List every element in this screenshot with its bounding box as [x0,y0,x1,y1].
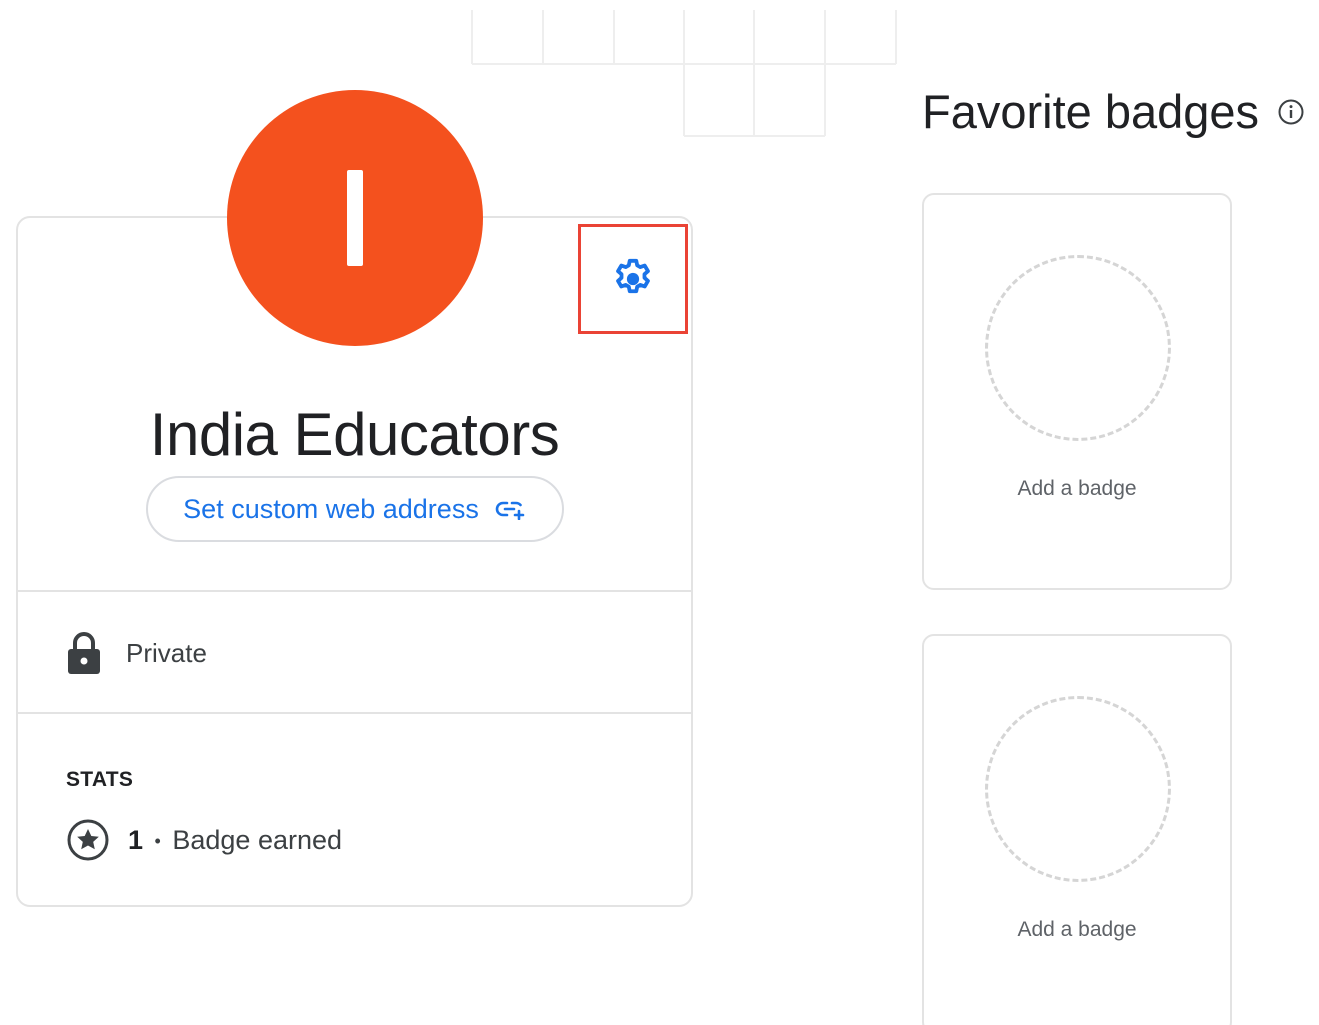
avatar [227,90,483,346]
stats-heading: STATS [66,768,134,791]
favorite-badges-title: Favorite badges [922,85,1260,138]
card-divider [18,590,691,592]
profile-name: India Educators [149,401,560,468]
set-custom-web-address-label: Set custom web address [183,493,479,524]
empty-badge-placeholder [985,255,1171,441]
privacy-status: Private [66,628,207,678]
favorite-badges-heading: Favorite badges [922,84,1305,139]
settings-button[interactable] [578,224,688,334]
info-icon[interactable] [1277,98,1305,126]
star-circle-icon [67,819,109,861]
avatar-initial [347,170,363,266]
badges-label: Badge earned [172,824,343,855]
empty-badge-placeholder [985,696,1171,882]
favorite-badge-slot[interactable]: Add a badge [922,634,1232,1025]
add-badge-label: Add a badge [1017,918,1137,941]
link-add-icon [495,501,525,520]
badges-separator: • [154,830,161,851]
set-custom-web-address-button[interactable]: Set custom web address [146,476,564,542]
badges-earned-stat: 1 • Badge earned [66,818,342,862]
card-divider [18,712,691,714]
decorative-grid [471,10,897,137]
privacy-label: Private [126,637,207,668]
add-badge-label: Add a badge [1017,477,1137,500]
lock-icon [68,632,100,674]
badges-count: 1 [128,824,144,855]
gear-icon [616,258,650,294]
profile-page: India Educators Set custom web address P… [0,0,1319,1025]
favorite-badge-slot[interactable]: Add a badge [922,193,1232,590]
